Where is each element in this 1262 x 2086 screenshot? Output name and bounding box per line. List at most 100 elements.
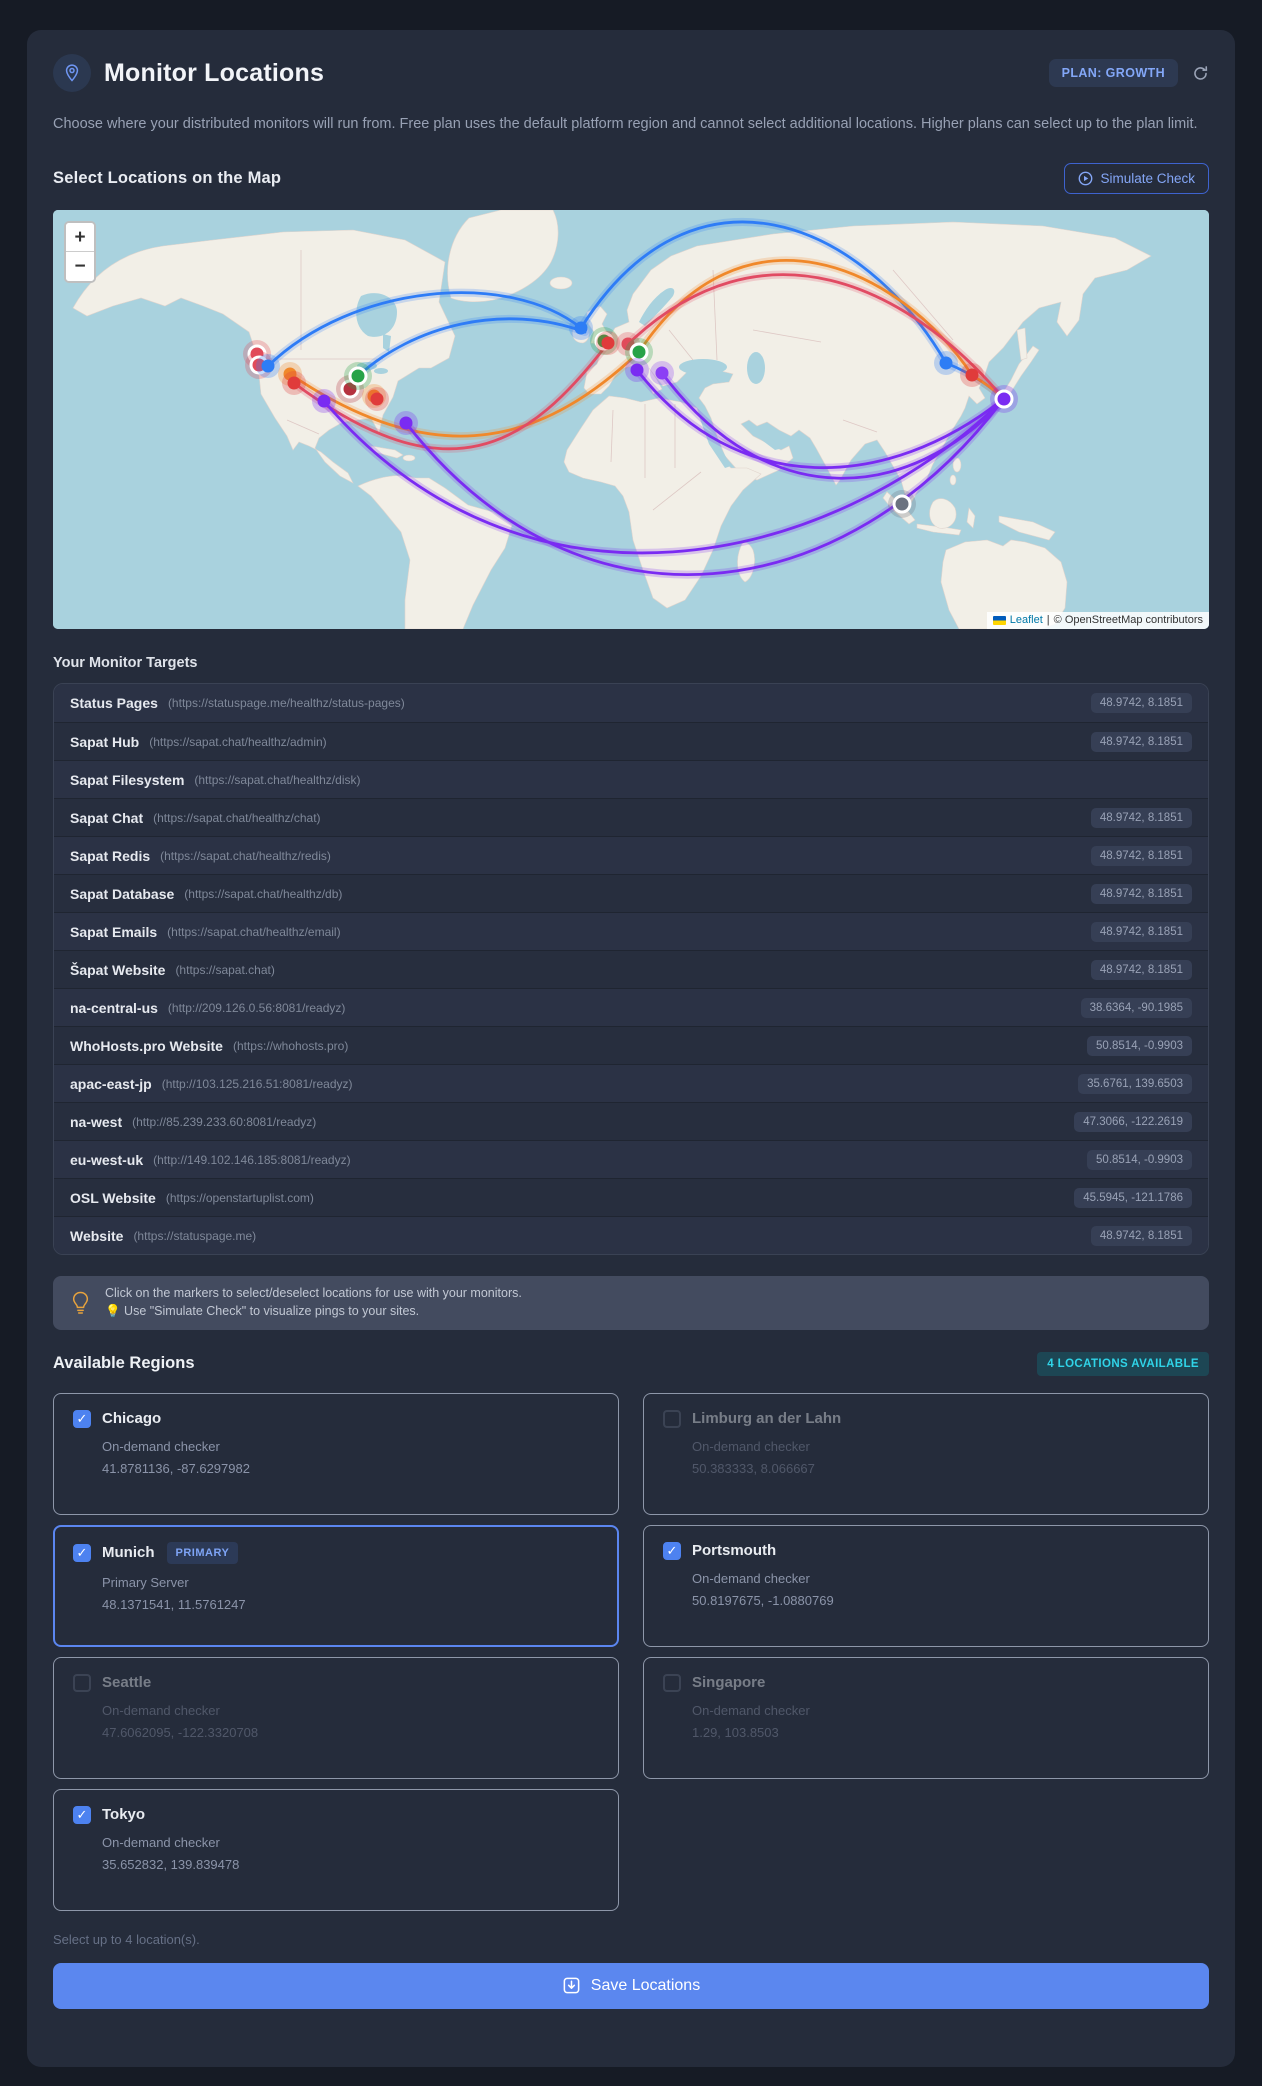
regions-grid: Chicago On-demand checker 41.8781136, -8…: [53, 1392, 1209, 1911]
simulate-check-button[interactable]: Simulate Check: [1064, 163, 1209, 195]
world-map[interactable]: + − Leaflet | © OpenStreetMap contributo…: [53, 210, 1209, 630]
lightbulb-icon: [72, 1291, 89, 1314]
targets-heading: Your Monitor Targets: [53, 655, 198, 672]
target-name: apac-east-jp: [70, 1075, 152, 1092]
target-row: Sapat Redis (https://sapat.chat/healthz/…: [54, 836, 1208, 875]
target-coords-badge: 47.3066, -122.2619: [1074, 1111, 1192, 1132]
map-marker[interactable]: [399, 416, 413, 430]
page-title: Monitor Locations: [104, 58, 325, 87]
region-card-chicago[interactable]: Chicago On-demand checker 41.8781136, -8…: [53, 1392, 619, 1515]
target-name: WhoHosts.pro Website: [70, 1037, 223, 1054]
region-name: Munich: [102, 1544, 155, 1562]
region-checkbox[interactable]: [663, 1541, 681, 1560]
map-marker[interactable]: [939, 356, 953, 370]
region-description: On-demand checker: [102, 1834, 220, 1850]
target-url: (https://whohosts.pro): [232, 1038, 349, 1053]
target-row: apac-east-jp (http://103.125.216.51:8081…: [54, 1064, 1208, 1103]
region-checkbox[interactable]: [73, 1543, 91, 1562]
target-coords-badge: 38.6364, -90.1985: [1080, 997, 1192, 1018]
target-url: (https://sapat.chat): [175, 962, 275, 977]
target-name: Šapat Website: [70, 961, 166, 978]
target-url: (https://statuspage.me): [133, 1228, 257, 1243]
target-coords-badge: 48.9742, 8.1851: [1090, 845, 1192, 866]
target-name: eu-west-uk: [70, 1151, 144, 1168]
target-coords-badge: 48.9742, 8.1851: [1090, 693, 1192, 714]
region-card-munich[interactable]: Munich PRIMARY Primary Server 48.1371541…: [53, 1524, 619, 1647]
zoom-out-button[interactable]: −: [66, 252, 94, 282]
target-row: WhoHosts.pro Website (https://whohosts.p…: [54, 1026, 1208, 1065]
primary-badge: PRIMARY: [166, 1541, 239, 1564]
map-marker[interactable]: [574, 321, 588, 335]
save-locations-button[interactable]: Save Locations: [53, 1962, 1209, 2009]
map-marker[interactable]: [317, 394, 331, 408]
map-attribution: Leaflet | © OpenStreetMap contributors: [986, 612, 1209, 630]
region-description: On-demand checker: [102, 1438, 220, 1454]
region-checkbox[interactable]: [73, 1673, 91, 1692]
map-marker[interactable]: [287, 376, 301, 390]
map-marker[interactable]: [994, 389, 1014, 409]
region-description: Primary Server: [102, 1574, 189, 1590]
target-coords-badge: 50.8514, -0.9903: [1087, 1149, 1192, 1170]
region-name: Tokyo: [102, 1806, 146, 1824]
target-name: na-central-us: [70, 999, 158, 1016]
target-name: Sapat Redis: [70, 847, 151, 864]
target-row: na-west (http://85.239.233.60:8081/ready…: [54, 1102, 1208, 1141]
region-card-portsmouth[interactable]: Portsmouth On-demand checker 50.8197675,…: [643, 1524, 1209, 1647]
locations-available-badge: 4 LOCATIONS AVAILABLE: [1037, 1351, 1209, 1376]
save-icon: [563, 1978, 580, 1994]
region-checkbox[interactable]: [663, 1673, 681, 1692]
target-row: Šapat Website (https://sapat.chat) 48.97…: [54, 950, 1208, 989]
target-row: Sapat Hub (https://sapat.chat/healthz/ad…: [54, 722, 1208, 761]
region-checkbox[interactable]: [73, 1805, 91, 1824]
map-marker[interactable]: [630, 363, 644, 377]
map-marker[interactable]: [655, 366, 669, 380]
map-marker[interactable]: [965, 368, 979, 382]
map-marker[interactable]: [629, 342, 649, 362]
map-marker[interactable]: [601, 336, 615, 350]
target-url: (http://209.126.0.56:8081/readyz): [167, 1000, 346, 1015]
map-section-header: Select Locations on the Map Simulate Che…: [53, 163, 1209, 195]
map-marker[interactable]: [348, 366, 368, 386]
target-coords-badge: 48.9742, 8.1851: [1090, 807, 1192, 828]
plan-badge: PLAN: GROWTH: [1048, 59, 1178, 87]
region-description: On-demand checker: [692, 1702, 810, 1718]
map-marker[interactable]: [261, 359, 275, 373]
target-row: Sapat Chat (https://sapat.chat/healthz/c…: [54, 798, 1208, 837]
map-canvas: [53, 210, 1209, 630]
region-card-limburg[interactable]: Limburg an der Lahn On-demand checker 50…: [643, 1392, 1209, 1515]
target-row: Website (https://statuspage.me) 48.9742,…: [54, 1216, 1208, 1255]
refresh-button[interactable]: [1192, 65, 1209, 82]
region-name: Limburg an der Lahn: [692, 1410, 842, 1428]
target-url: (https://statuspage.me/healthz/status-pa…: [167, 696, 405, 711]
target-coords-badge: 48.9742, 8.1851: [1090, 921, 1192, 942]
zoom-in-button[interactable]: +: [66, 223, 94, 253]
target-url: (https://sapat.chat/healthz/admin): [149, 734, 327, 749]
region-checkbox[interactable]: [73, 1409, 91, 1428]
location-pin-icon: [53, 54, 91, 92]
header: Monitor Locations PLAN: GROWTH: [53, 54, 1209, 92]
region-card-singapore[interactable]: Singapore On-demand checker 1.29, 103.85…: [643, 1656, 1209, 1779]
osm-attribution: © OpenStreetMap contributors: [1053, 614, 1203, 627]
target-row: Sapat Emails (https://sapat.chat/healthz…: [54, 912, 1208, 951]
target-row: Status Pages (https://statuspage.me/heal…: [54, 684, 1208, 723]
region-card-seattle[interactable]: Seattle On-demand checker 47.6062095, -1…: [53, 1656, 619, 1779]
region-checkbox[interactable]: [663, 1409, 681, 1428]
map-section-title: Select Locations on the Map: [53, 169, 282, 188]
target-coords-badge: 48.9742, 8.1851: [1090, 883, 1192, 904]
target-url: (https://sapat.chat/healthz/redis): [160, 848, 331, 863]
region-name: Singapore: [692, 1674, 766, 1692]
ukraine-flag-icon: [992, 615, 1006, 625]
region-coordinates: 35.652832, 139.839478: [102, 1856, 240, 1872]
target-coords-badge: 48.9742, 8.1851: [1090, 959, 1192, 980]
region-coordinates: 50.383333, 8.066667: [692, 1460, 815, 1476]
map-marker[interactable]: [370, 392, 384, 406]
region-card-tokyo[interactable]: Tokyo On-demand checker 35.652832, 139.8…: [53, 1788, 619, 1911]
region-coordinates: 41.8781136, -87.6297982: [102, 1460, 250, 1476]
leaflet-link[interactable]: Leaflet: [1010, 614, 1043, 626]
region-coordinates: 50.8197675, -1.0880769: [692, 1592, 834, 1608]
selection-limit-note: Select up to 4 location(s).: [53, 1931, 200, 1947]
target-url: (https://sapat.chat/healthz/chat): [153, 810, 321, 825]
monitor-locations-panel: Monitor Locations PLAN: GROWTH Choose wh…: [27, 30, 1235, 2067]
map-marker[interactable]: [892, 494, 912, 514]
target-row: Sapat Filesystem (https://sapat.chat/hea…: [54, 760, 1208, 799]
